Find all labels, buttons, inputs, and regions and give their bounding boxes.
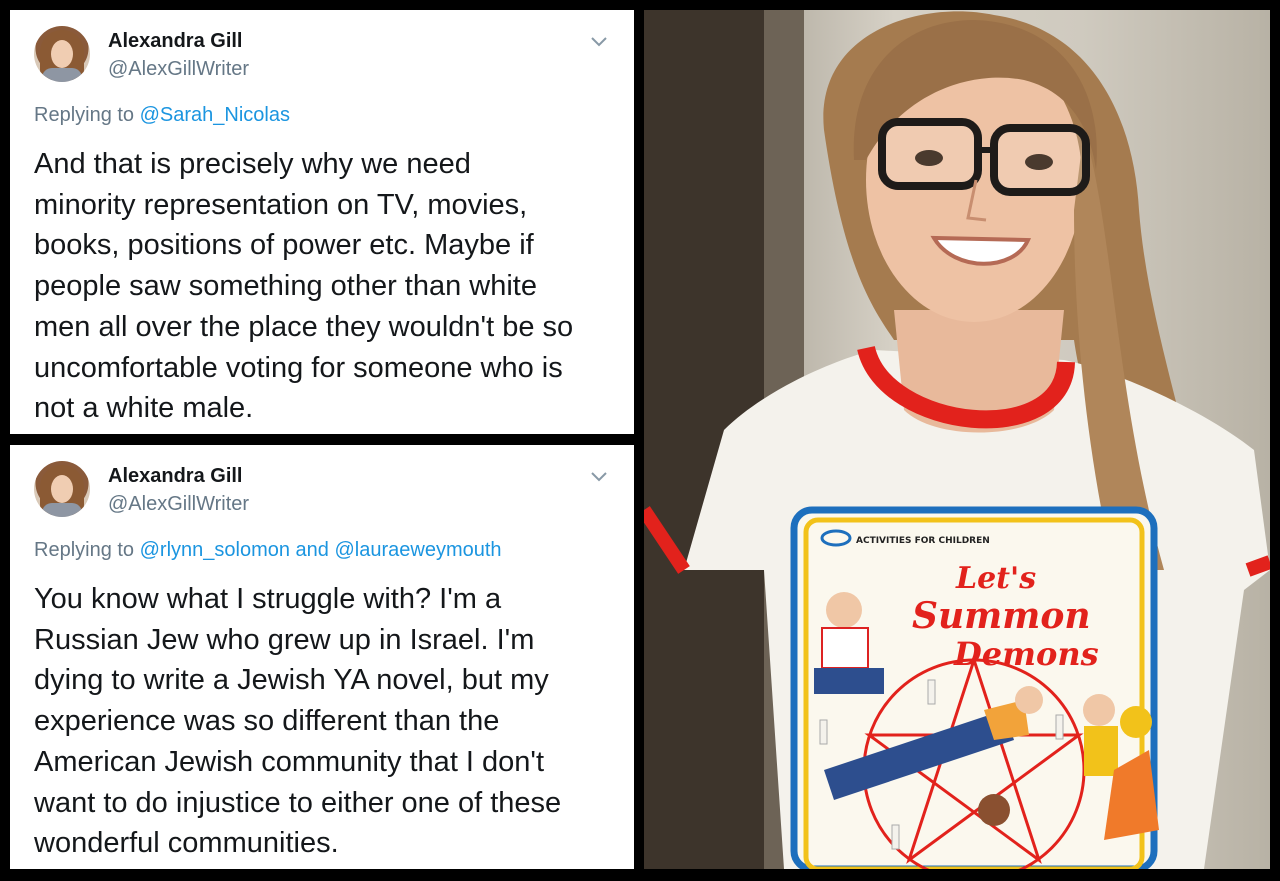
- tweet-text-line: Russian Jew who grew up in Israel. I'm: [34, 623, 535, 656]
- shirt-title-line: Summon: [912, 595, 1091, 637]
- mention-link[interactable]: @lauraeweymouth: [334, 539, 501, 561]
- tweet-card: Alexandra Gill @AlexGillWriter Replying …: [10, 10, 634, 434]
- tweet-text-line: You know what I struggle with? I'm a: [34, 583, 502, 615]
- tweet-text-line: American Jewish community that I don't: [34, 745, 545, 778]
- photo-of-author: ACTIVITIES FOR CHILDREN Let's Summon Dem…: [644, 10, 1270, 869]
- avatar[interactable]: [34, 461, 90, 517]
- avatar[interactable]: [34, 26, 90, 82]
- replying-to: Replying to @Sarah_Nicolas: [34, 104, 290, 127]
- replying-to: Replying to @rlynn_solomon and @lauraewe…: [34, 539, 502, 562]
- tweet-text-line: want to do injustice to either one of th…: [34, 786, 562, 819]
- tweet-text-line: experience was so different than the: [34, 705, 500, 738]
- photo-illustration: ACTIVITIES FOR CHILDREN Let's Summon Dem…: [644, 10, 1270, 869]
- shirt-title-line: Let's: [955, 561, 1036, 596]
- shirt-small-text: ACTIVITIES FOR CHILDREN: [856, 536, 990, 546]
- author-name[interactable]: Alexandra Gill: [108, 465, 243, 488]
- chevron-down-icon[interactable]: [588, 465, 610, 487]
- tweet-card: Alexandra Gill @AlexGillWriter Replying …: [10, 445, 634, 869]
- author-handle[interactable]: @AlexGillWriter: [108, 58, 249, 81]
- tweet-text-line: books, positions of power etc. Maybe if: [34, 229, 534, 262]
- tweet-text-line: And that is precisely why we need: [34, 148, 471, 180]
- tweet-text: And that is precisely why we need minori…: [34, 144, 614, 429]
- author-handle[interactable]: @AlexGillWriter: [108, 493, 249, 516]
- tweet-text-line: wonderful communities.: [34, 827, 339, 860]
- mention-joiner: and: [290, 539, 335, 561]
- tweet-text-line: people saw something other than white: [34, 270, 537, 303]
- author-name[interactable]: Alexandra Gill: [108, 30, 243, 53]
- mention-link[interactable]: @rlynn_solomon: [140, 539, 290, 561]
- tweet-text-line: minority representation on TV, movies,: [34, 188, 528, 221]
- tweet-text-line: uncomfortable voting for someone who is: [34, 351, 563, 384]
- chevron-down-icon[interactable]: [588, 30, 610, 52]
- mention-link[interactable]: @Sarah_Nicolas: [140, 104, 290, 126]
- tweet-text: You know what I struggle with? I'm a Rus…: [34, 579, 614, 864]
- replying-label: Replying to: [34, 104, 140, 126]
- tweet-text-line: men all over the place they wouldn't be …: [34, 310, 574, 343]
- tweet-text-line: not a white male.: [34, 392, 254, 425]
- tweet-text-line: dying to write a Jewish YA novel, but my: [34, 664, 549, 697]
- replying-label: Replying to: [34, 539, 140, 561]
